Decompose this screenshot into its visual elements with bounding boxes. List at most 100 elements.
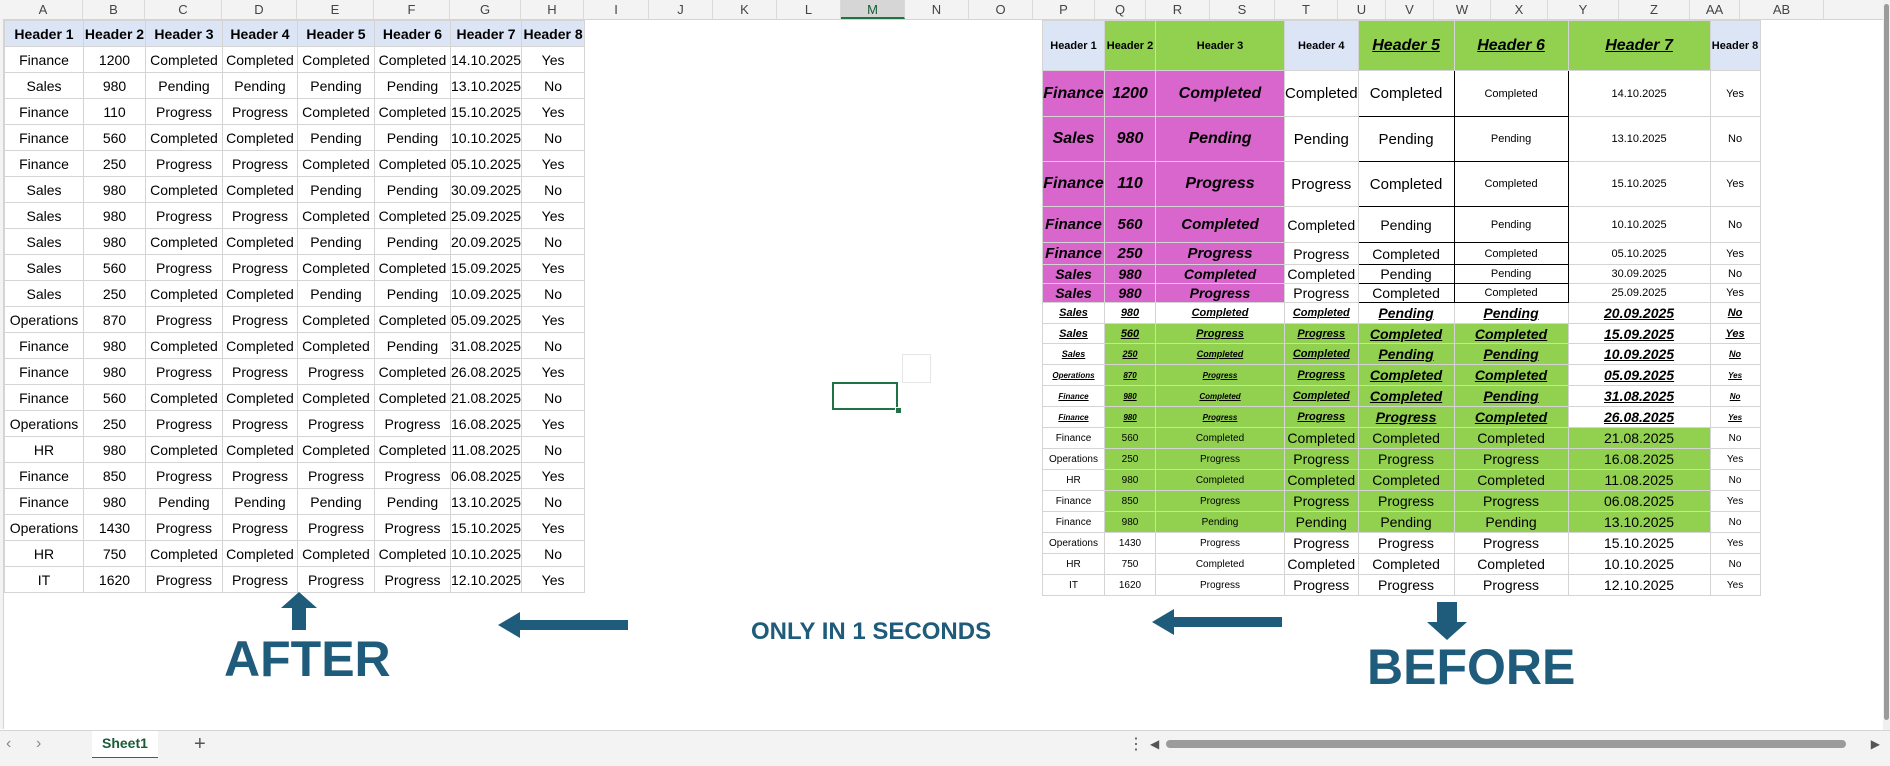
- table-cell[interactable]: No: [1709, 343, 1761, 365]
- table-cell[interactable]: 30.09.2025: [449, 176, 523, 203]
- table-cell[interactable]: Pending: [374, 72, 451, 99]
- column-header-c[interactable]: C: [145, 0, 222, 19]
- column-header-z[interactable]: Z: [1619, 0, 1690, 19]
- header-cell[interactable]: Header 4: [1284, 20, 1359, 71]
- column-header-v[interactable]: V: [1386, 0, 1434, 19]
- table-cell[interactable]: 980: [83, 72, 146, 99]
- table-cell[interactable]: 1620: [83, 566, 146, 593]
- table-cell[interactable]: HR: [4, 540, 84, 567]
- column-header-s[interactable]: S: [1210, 0, 1275, 19]
- table-cell[interactable]: Completed: [222, 436, 298, 463]
- table-cell[interactable]: Progress: [145, 150, 223, 177]
- table-cell[interactable]: Yes: [1709, 70, 1761, 117]
- table-cell[interactable]: Pending: [1453, 511, 1569, 533]
- table-cell[interactable]: Completed: [297, 150, 375, 177]
- table-cell[interactable]: Completed: [222, 46, 298, 73]
- table-cell[interactable]: Progress: [1284, 323, 1359, 344]
- table-cell[interactable]: Completed: [1453, 283, 1569, 303]
- table-cell[interactable]: Yes: [1709, 161, 1761, 207]
- table-cell[interactable]: 10.10.2025: [1567, 553, 1711, 575]
- table-cell[interactable]: Pending: [374, 280, 451, 307]
- table-cell[interactable]: Pending: [1453, 264, 1569, 284]
- table-cell[interactable]: Progress: [222, 306, 298, 333]
- table-cell[interactable]: Completed: [1155, 206, 1285, 243]
- table-cell[interactable]: No: [521, 72, 586, 99]
- table-cell[interactable]: Progress: [1284, 283, 1359, 303]
- table-cell[interactable]: Completed: [1357, 323, 1455, 344]
- table-cell[interactable]: 1620: [1104, 574, 1156, 596]
- table-cell[interactable]: 31.08.2025: [449, 332, 523, 359]
- table-cell[interactable]: Progress: [145, 566, 223, 593]
- table-cell[interactable]: Completed: [1155, 343, 1285, 365]
- table-cell[interactable]: 250: [1104, 448, 1156, 470]
- table-cell[interactable]: 980: [1104, 511, 1156, 533]
- table-cell[interactable]: Progress: [222, 358, 298, 385]
- table-cell[interactable]: 15.10.2025: [1567, 532, 1711, 554]
- table-cell[interactable]: Pending: [297, 280, 375, 307]
- table-cell[interactable]: 15.10.2025: [1567, 161, 1711, 207]
- header-cell[interactable]: Header 2: [1104, 20, 1156, 71]
- table-cell[interactable]: No: [1709, 553, 1761, 575]
- table-cell[interactable]: 10.09.2025: [1567, 343, 1711, 365]
- scroll-left-arrow-icon[interactable]: ◀: [1150, 737, 1159, 751]
- table-cell[interactable]: Yes: [1709, 448, 1761, 470]
- column-header-aa[interactable]: AA: [1690, 0, 1740, 19]
- table-cell[interactable]: Progress: [1357, 406, 1455, 428]
- table-cell[interactable]: Progress: [222, 98, 298, 125]
- table-cell[interactable]: 13.10.2025: [1567, 116, 1711, 162]
- table-cell[interactable]: Yes: [1709, 364, 1761, 386]
- table-cell[interactable]: No: [1709, 385, 1761, 407]
- table-cell[interactable]: Yes: [521, 98, 586, 125]
- table-cell[interactable]: Completed: [1155, 302, 1285, 324]
- table-cell[interactable]: Yes: [1709, 406, 1761, 428]
- table-cell[interactable]: Completed: [145, 228, 223, 255]
- table-cell[interactable]: Progress: [222, 514, 298, 541]
- table-cell[interactable]: 11.08.2025: [1567, 469, 1711, 491]
- table-cell[interactable]: Operations: [1042, 448, 1105, 470]
- table-cell[interactable]: Completed: [1284, 553, 1359, 575]
- table-cell[interactable]: 30.09.2025: [1567, 264, 1711, 284]
- table-cell[interactable]: Progress: [145, 202, 223, 229]
- table-cell[interactable]: 980: [1104, 406, 1156, 428]
- table-cell[interactable]: Progress: [145, 98, 223, 125]
- table-cell[interactable]: Completed: [374, 358, 451, 385]
- table-cell[interactable]: Progress: [145, 358, 223, 385]
- table-cell[interactable]: Finance: [4, 332, 84, 359]
- column-header-e[interactable]: E: [297, 0, 374, 19]
- table-cell[interactable]: 10.10.2025: [449, 540, 523, 567]
- table-cell[interactable]: 850: [1104, 490, 1156, 512]
- table-cell[interactable]: Finance: [4, 46, 84, 73]
- table-cell[interactable]: No: [1709, 116, 1761, 162]
- table-cell[interactable]: Completed: [1155, 469, 1285, 491]
- table-cell[interactable]: 980: [1104, 302, 1156, 324]
- table-cell[interactable]: 16.08.2025: [449, 410, 523, 437]
- column-header-d[interactable]: D: [222, 0, 297, 19]
- table-cell[interactable]: Sales: [1042, 283, 1105, 303]
- table-cell[interactable]: Pending: [145, 72, 223, 99]
- table-cell[interactable]: No: [521, 176, 586, 203]
- table-cell[interactable]: No: [1709, 511, 1761, 533]
- table-cell[interactable]: Completed: [1284, 385, 1359, 407]
- horizontal-scroll-thumb[interactable]: [1166, 740, 1846, 748]
- table-cell[interactable]: Progress: [297, 566, 375, 593]
- table-cell[interactable]: 560: [83, 254, 146, 281]
- table-cell[interactable]: 980: [83, 228, 146, 255]
- table-cell[interactable]: 250: [83, 150, 146, 177]
- table-cell[interactable]: 14.10.2025: [449, 46, 523, 73]
- table-cell[interactable]: Progress: [297, 462, 375, 489]
- table-cell[interactable]: Pending: [1284, 116, 1359, 162]
- table-cell[interactable]: 980: [1104, 283, 1156, 303]
- table-cell[interactable]: Completed: [1357, 283, 1455, 303]
- table-cell[interactable]: 870: [1104, 364, 1156, 386]
- table-cell[interactable]: Yes: [1709, 242, 1761, 265]
- scroll-right-arrow-icon[interactable]: ▶: [1871, 737, 1880, 751]
- table-cell[interactable]: 1200: [1104, 70, 1156, 117]
- table-cell[interactable]: Completed: [374, 540, 451, 567]
- table-cell[interactable]: Pending: [1357, 264, 1455, 284]
- table-cell[interactable]: Finance: [1042, 427, 1105, 449]
- table-cell[interactable]: Completed: [1453, 70, 1569, 117]
- table-cell[interactable]: 13.10.2025: [449, 488, 523, 515]
- table-cell[interactable]: Completed: [374, 98, 451, 125]
- table-cell[interactable]: 1430: [1104, 532, 1156, 554]
- table-cell[interactable]: Yes: [521, 150, 586, 177]
